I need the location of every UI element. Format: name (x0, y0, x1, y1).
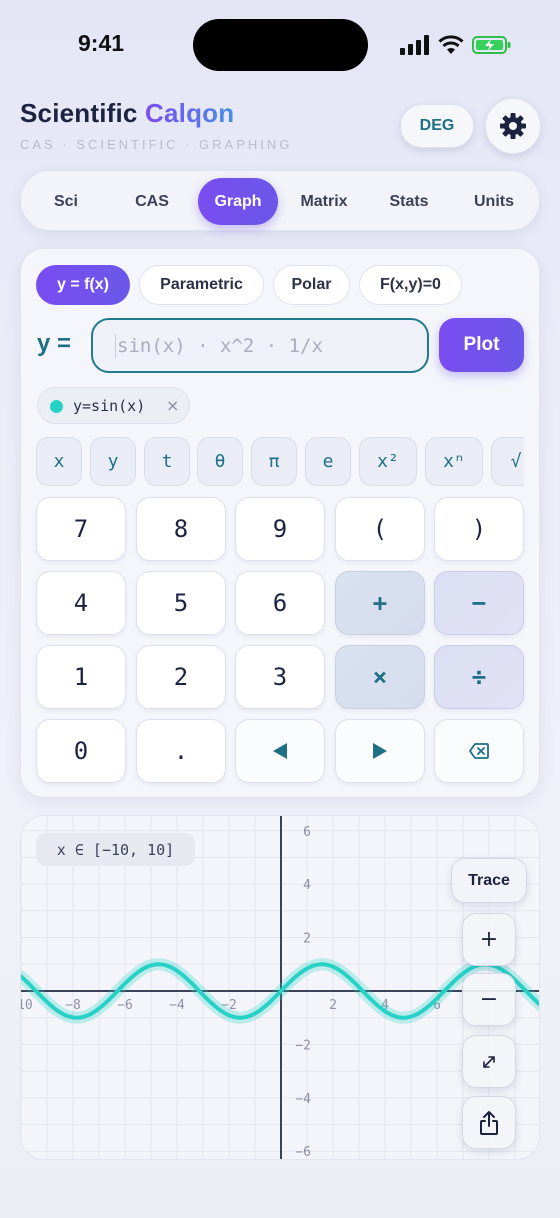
text-caret (115, 334, 116, 358)
key-4[interactable]: 4 (36, 571, 126, 635)
key-power[interactable]: xⁿ (425, 437, 483, 486)
function-tab-parametric[interactable]: Parametric (139, 265, 264, 305)
zoom-out-button[interactable]: − (462, 973, 516, 1026)
share-button[interactable] (462, 1096, 516, 1149)
key-pi[interactable]: π (251, 437, 297, 486)
key-3[interactable]: 3 (235, 645, 325, 709)
status-icons (400, 34, 512, 56)
x-range-label: x ∈ [−10, 10] (36, 833, 195, 866)
settings-button[interactable] (485, 98, 541, 154)
tab-graph[interactable]: Graph (198, 178, 278, 225)
variable-key-row: x y t θ π e x² xⁿ √ (36, 437, 524, 487)
key-divide[interactable]: ÷ (434, 645, 524, 709)
fit-view-button[interactable] (462, 1035, 516, 1088)
input-label: y = (37, 330, 72, 357)
mode-tab-bar: Sci CAS Graph Matrix Stats Units (20, 170, 540, 231)
y-tick-label: 6 (303, 825, 311, 840)
key-square[interactable]: x² (359, 437, 417, 486)
x-tick-label: −10 (21, 998, 33, 1013)
key-plus[interactable]: + (335, 571, 425, 635)
expression-placeholder: sin(x) · x^2 · 1/x (117, 334, 323, 357)
tab-sci[interactable]: Sci (26, 178, 106, 225)
expand-icon (483, 1055, 495, 1068)
key-decimal[interactable]: . (136, 719, 226, 783)
key-cursor-left[interactable] (235, 719, 325, 783)
app-title: Scientific Calqon (20, 98, 234, 129)
y-tick-label: −2 (295, 1038, 311, 1053)
y-tick-label: −6 (295, 1145, 311, 1160)
status-time: 9:41 (78, 30, 125, 56)
function-tab-explicit[interactable]: y = f(x) (36, 265, 130, 305)
key-8[interactable]: 8 (136, 497, 226, 561)
y-tick-label: 4 (303, 878, 311, 893)
x-tick-label: 2 (329, 998, 337, 1013)
app-title-accent: Calqon (145, 98, 235, 128)
key-sqrt[interactable]: √ (491, 437, 524, 486)
key-var-x[interactable]: x (36, 437, 82, 486)
remove-function-icon[interactable]: × (166, 396, 179, 415)
plotted-function-chip[interactable]: y=sin(x) × (37, 387, 190, 424)
status-bar: 9:41 (0, 0, 560, 90)
key-open-paren[interactable]: ( (335, 497, 425, 561)
zoom-in-button[interactable]: + (462, 913, 516, 966)
plotted-function-label: y=sin(x) (73, 397, 146, 415)
tab-cas[interactable]: CAS (112, 178, 192, 225)
battery-icon (472, 36, 511, 54)
function-color-dot (50, 400, 63, 413)
key-9[interactable]: 9 (235, 497, 325, 561)
key-backspace[interactable] (434, 719, 524, 783)
expression-input[interactable]: sin(x) · x^2 · 1/x (91, 318, 429, 373)
tab-stats[interactable]: Stats (369, 178, 449, 225)
function-tab-polar[interactable]: Polar (273, 265, 350, 305)
gear-icon (500, 113, 526, 139)
tab-units[interactable]: Units (454, 178, 534, 225)
angle-mode-button[interactable]: DEG (400, 104, 474, 148)
right-arrow-icon (373, 743, 387, 759)
key-multiply[interactable]: × (335, 645, 425, 709)
key-5[interactable]: 5 (136, 571, 226, 635)
app-subtitle: CAS · SCIENTIFIC · GRAPHING (20, 137, 293, 152)
signal-icon (400, 35, 429, 55)
x-tick-label: −4 (169, 998, 185, 1013)
function-tab-implicit[interactable]: F(x,y)=0 (359, 265, 462, 305)
tab-matrix[interactable]: Matrix (283, 178, 365, 225)
key-0[interactable]: 0 (36, 719, 126, 783)
trace-button[interactable]: Trace (451, 858, 527, 903)
key-var-y[interactable]: y (90, 437, 136, 486)
key-var-theta[interactable]: θ (197, 437, 243, 486)
plot-button[interactable]: Plot (439, 318, 524, 372)
key-6[interactable]: 6 (235, 571, 325, 635)
key-2[interactable]: 2 (136, 645, 226, 709)
x-tick-label: −6 (117, 998, 133, 1013)
y-tick-label: 2 (303, 932, 311, 947)
y-tick-label: −4 (295, 1092, 311, 1107)
app-title-main: Scientific (20, 98, 146, 128)
key-cursor-right[interactable] (335, 719, 425, 783)
dynamic-island (193, 19, 368, 71)
key-var-t[interactable]: t (144, 437, 190, 486)
backspace-icon (469, 743, 489, 759)
share-icon (480, 1110, 498, 1135)
wifi-icon (438, 35, 464, 54)
left-arrow-icon (273, 743, 287, 759)
key-7[interactable]: 7 (36, 497, 126, 561)
key-minus[interactable]: − (434, 571, 524, 635)
key-1[interactable]: 1 (36, 645, 126, 709)
key-close-paren[interactable]: ) (434, 497, 524, 561)
key-e[interactable]: e (305, 437, 351, 486)
